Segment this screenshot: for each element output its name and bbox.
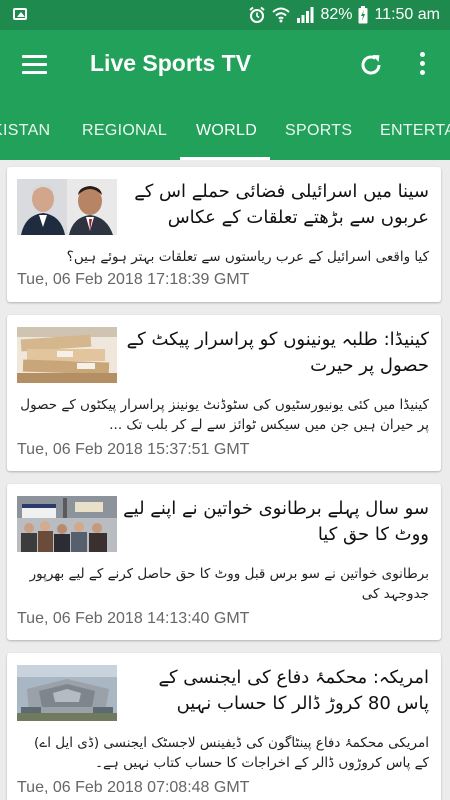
news-headline: سینا میں اسرائیلی فضائی حملے اس کے عربوں… [134, 181, 429, 228]
image-notification-icon [13, 8, 27, 20]
more-vert-icon[interactable] [414, 52, 430, 80]
news-headline: کینیڈا: طلبہ یونینوں کو پراسرار پیکٹ کے … [126, 329, 429, 376]
wifi-icon [272, 7, 291, 23]
news-date: Tue, 06 Feb 2018 15:37:51 GMT [17, 441, 250, 458]
tab-sports[interactable]: SPORTS [285, 105, 352, 160]
news-date: Tue, 06 Feb 2018 17:18:39 GMT [17, 271, 250, 288]
status-icons: 82% 11:50 am [248, 5, 440, 25]
app-bar: Live Sports TV [0, 30, 450, 105]
news-card[interactable]: کینیڈا: طلبہ یونینوں کو پراسرار پیکٹ کے … [7, 315, 441, 471]
news-summary: کیا واقعی اسرائیل کے عرب ریاستوں سے تعلق… [66, 249, 429, 265]
tab-regional[interactable]: REGIONAL [82, 105, 167, 160]
battery-percent: 82% [320, 6, 353, 23]
tab-world[interactable]: WORLD [196, 105, 257, 160]
news-card[interactable]: سینا میں اسرائیلی فضائی حملے اس کے عربوں… [7, 167, 441, 302]
refresh-icon[interactable] [358, 52, 384, 78]
news-thumbnail [17, 179, 117, 235]
news-card[interactable]: امریکہ: محکمۂ دفاع کی ایجنسی کے پاس 80 ک… [7, 653, 441, 800]
news-summary: کینیڈا میں کئی یونیورسٹیوں کی سٹوڈنٹ یون… [20, 397, 429, 433]
tab-pakistan[interactable]: KISTAN [0, 105, 50, 160]
status-bar: 82% 11:50 am [0, 0, 450, 30]
news-date: Tue, 06 Feb 2018 07:08:48 GMT [17, 779, 250, 796]
clock: 11:50 am [374, 6, 440, 23]
battery-icon [358, 6, 368, 24]
news-thumbnail [17, 327, 117, 383]
category-tabs: KISTAN REGIONAL WORLD SPORTS ENTERTA [0, 105, 450, 160]
alarm-icon [249, 6, 266, 23]
app-title: Live Sports TV [90, 50, 252, 76]
news-thumbnail [17, 665, 117, 721]
news-headline: سو سال پہلے برطانوی خواتین نے اپنے لیے و… [123, 498, 429, 545]
tab-entertainment[interactable]: ENTERTA [380, 105, 450, 160]
news-thumbnail [17, 496, 117, 552]
news-summary: برطانوی خواتین نے سو برس قبل ووٹ کا حق ح… [29, 566, 429, 602]
news-date: Tue, 06 Feb 2018 14:13:40 GMT [17, 610, 250, 627]
news-card[interactable]: سو سال پہلے برطانوی خواتین نے اپنے لیے و… [7, 484, 441, 640]
news-headline: امریکہ: محکمۂ دفاع کی ایجنسی کے پاس 80 ک… [158, 667, 429, 714]
menu-icon[interactable] [22, 55, 47, 75]
news-summary: امریکی محکمۂ دفاع پینٹاگون کی ڈیفینس لاج… [34, 735, 429, 771]
signal-icon [297, 7, 314, 23]
news-feed[interactable]: سینا میں اسرائیلی فضائی حملے اس کے عربوں… [0, 160, 450, 800]
